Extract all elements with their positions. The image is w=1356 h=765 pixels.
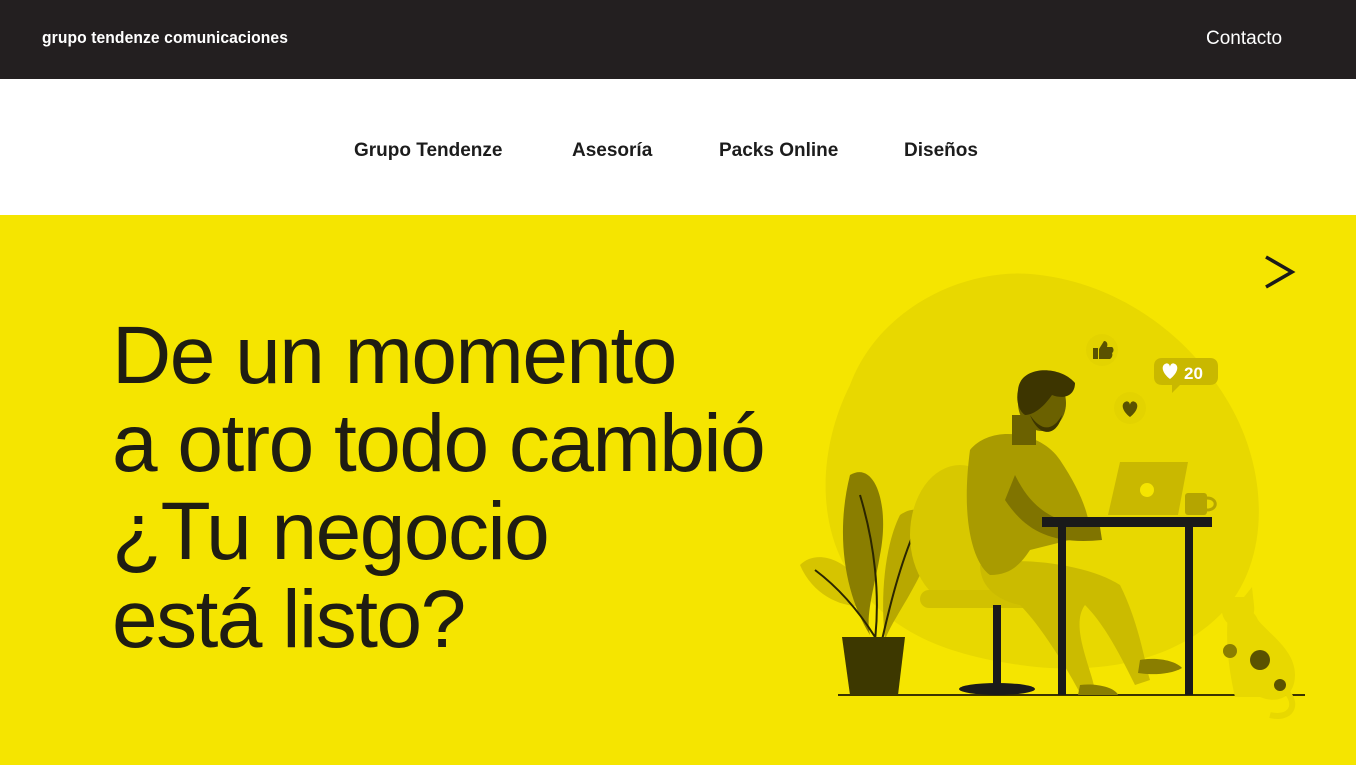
chair-leg xyxy=(993,605,1001,685)
desk-leg xyxy=(1058,527,1066,695)
person-foot xyxy=(1138,658,1182,675)
desk-leg xyxy=(1185,527,1193,695)
person-foot xyxy=(1078,684,1118,695)
desk-top xyxy=(1042,517,1212,527)
brand-logo-text[interactable]: grupo tendenze comunicaciones xyxy=(42,28,288,48)
chair-base xyxy=(959,683,1035,695)
nav-item-grupo-tendenze[interactable]: Grupo Tendenze xyxy=(354,140,502,162)
headline-line-4: está listo? xyxy=(112,574,466,665)
nav-item-packs-online[interactable]: Packs Online xyxy=(719,140,838,162)
cat-head xyxy=(1221,587,1255,627)
nav-item-asesoria[interactable]: Asesoría xyxy=(572,140,652,162)
laptop-logo xyxy=(1140,483,1154,497)
nav-item-disenos[interactable]: Diseños xyxy=(904,140,978,162)
hero-headline: De un momento a otro todo cambió ¿Tu neg… xyxy=(112,310,766,665)
main-nav: Grupo Tendenze Asesoría Packs Online Dis… xyxy=(0,79,1356,215)
headline-line-2: a otro todo cambió xyxy=(112,398,766,489)
headline-line-1: De un momento xyxy=(112,310,677,401)
cat-spot xyxy=(1250,650,1270,670)
cat-spot xyxy=(1274,679,1286,691)
plant-pot xyxy=(842,637,905,695)
cat-spot xyxy=(1223,644,1237,658)
coffee-cup xyxy=(1185,493,1207,515)
hero-illustration: 20 xyxy=(790,265,1310,735)
like-count: 20 xyxy=(1184,364,1203,383)
headline-line-3: ¿Tu negocio xyxy=(112,486,550,577)
contact-link[interactable]: Contacto xyxy=(1206,28,1282,50)
hero-banner: De un momento a otro todo cambió ¿Tu neg… xyxy=(0,215,1356,765)
top-bar: grupo tendenze comunicaciones Contacto xyxy=(0,0,1356,79)
